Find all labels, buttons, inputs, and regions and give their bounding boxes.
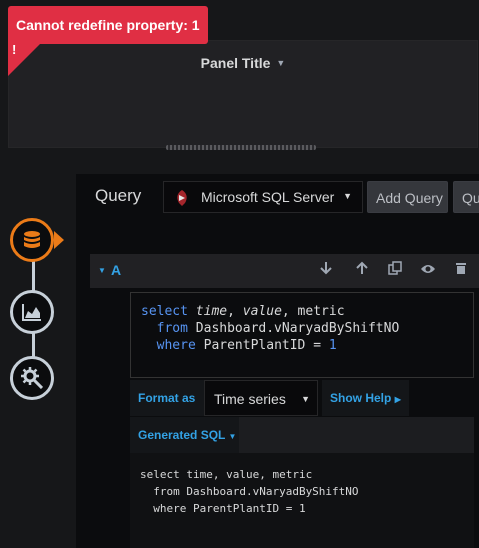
generated-sql-row: Generated SQL ▼ bbox=[130, 417, 474, 453]
duplicate-icon[interactable] bbox=[386, 261, 404, 281]
query-editor: Query Microsoft SQL Server ▼ Add Query Q… bbox=[76, 174, 479, 548]
gen-sql-line-1: select time, value, metric bbox=[140, 468, 313, 481]
show-help-label: Show Help bbox=[330, 391, 392, 405]
gen-sql-line-2: from Dashboard.vNaryadByShiftNO bbox=[140, 485, 359, 498]
chevron-down-icon: ▼ bbox=[228, 432, 237, 441]
generated-sql-code: select time, value, metric from Dashboar… bbox=[140, 466, 359, 517]
eye-icon[interactable] bbox=[419, 261, 437, 281]
sql-line-3: where ParentPlantID = 1 bbox=[156, 338, 337, 353]
active-step-arrow bbox=[54, 231, 64, 249]
arrow-down-icon[interactable] bbox=[317, 261, 335, 281]
generated-sql-row-fill bbox=[239, 417, 474, 453]
datasource-name: Microsoft SQL Server bbox=[201, 189, 335, 205]
panel: Panel Title ▼ bbox=[8, 40, 478, 148]
query-row-header[interactable]: ▼ A bbox=[90, 254, 479, 288]
chevron-down-icon: ▼ bbox=[343, 191, 352, 201]
panel-title: Panel Title bbox=[200, 55, 271, 71]
error-icon: ! bbox=[12, 42, 17, 57]
format-as-label: Format as bbox=[130, 380, 204, 416]
step-general[interactable] bbox=[10, 356, 54, 400]
datasource-picker[interactable]: Microsoft SQL Server ▼ bbox=[163, 181, 363, 213]
chevron-down-icon: ▼ bbox=[301, 394, 310, 404]
sql-server-logo-icon bbox=[177, 190, 187, 206]
editor-steps bbox=[10, 218, 66, 400]
arrow-up-icon[interactable] bbox=[353, 261, 371, 281]
format-as-value: Time series bbox=[214, 391, 286, 407]
database-icon bbox=[24, 231, 40, 248]
sql-line-1: select time, value, metric bbox=[141, 304, 345, 319]
mixed-query-button[interactable]: Qu bbox=[453, 181, 479, 213]
format-row: Format as Time series ▼ Show Help ▶ bbox=[130, 380, 474, 416]
raw-sql-code: select time, value, metric from Dashboar… bbox=[141, 303, 399, 354]
trash-icon[interactable] bbox=[452, 261, 470, 281]
query-ref-id: A bbox=[111, 262, 122, 278]
caret-right-icon: ▶ bbox=[394, 395, 401, 404]
generated-sql-box: select time, value, metric from Dashboar… bbox=[130, 453, 474, 548]
chevron-down-icon: ▼ bbox=[276, 58, 286, 68]
generated-sql-label: Generated SQL bbox=[138, 428, 226, 442]
add-query-button[interactable]: Add Query bbox=[367, 181, 448, 213]
step-visualization[interactable] bbox=[10, 290, 54, 334]
editor-heading: Query bbox=[95, 186, 142, 205]
gen-sql-line-3: where ParentPlantID = 1 bbox=[140, 502, 306, 515]
editor-toolbar: Query Microsoft SQL Server ▼ Add Query Q… bbox=[76, 174, 479, 220]
panel-resize-handle[interactable] bbox=[166, 145, 316, 150]
generated-sql-toggle[interactable]: Generated SQL ▼ bbox=[130, 417, 245, 453]
step-queries[interactable] bbox=[10, 218, 54, 262]
sql-line-2: from Dashboard.vNaryadByShiftNO bbox=[156, 321, 400, 336]
area-chart-icon bbox=[22, 304, 41, 321]
raw-sql-editor[interactable]: select time, value, metric from Dashboar… bbox=[130, 292, 474, 378]
error-tooltip: Cannot redefine property: 1 bbox=[8, 6, 208, 44]
collapse-chevron-icon[interactable]: ▼ bbox=[98, 266, 106, 275]
show-help-button[interactable]: Show Help ▶ bbox=[322, 380, 409, 416]
gear-icon bbox=[21, 367, 43, 389]
format-as-select[interactable]: Time series ▼ bbox=[204, 380, 318, 416]
panel-title-menu[interactable]: Panel Title ▼ bbox=[9, 55, 477, 71]
